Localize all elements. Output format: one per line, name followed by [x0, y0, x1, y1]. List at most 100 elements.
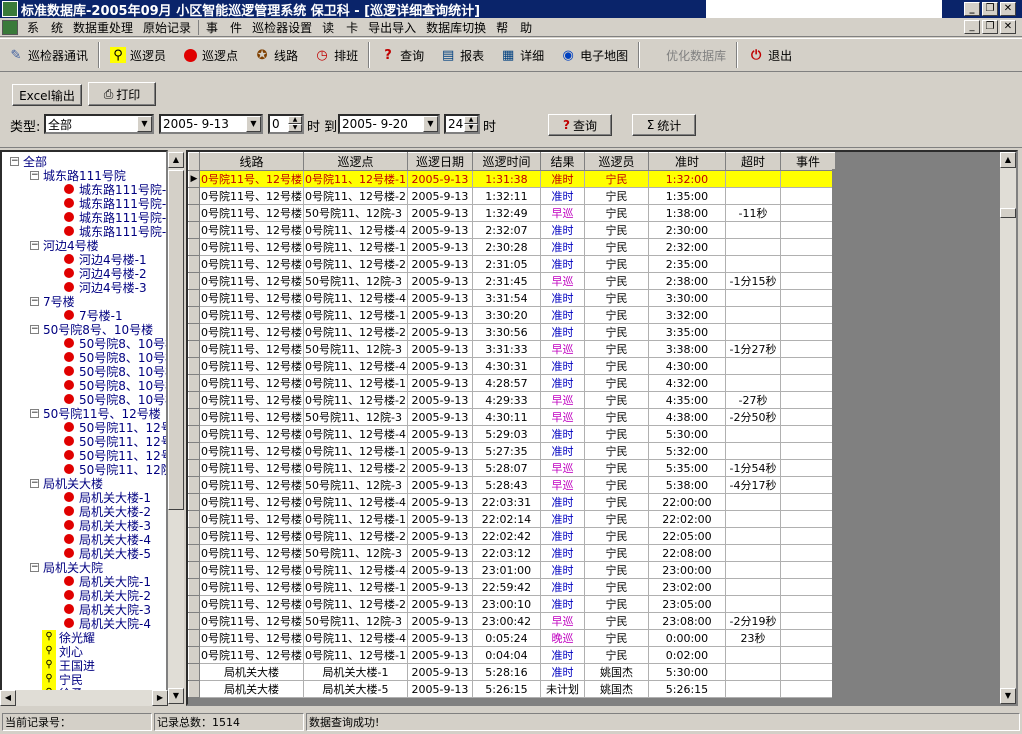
- table-row[interactable]: 0号院11号、12号楼 0号院11、12号楼-4 2005-9-13 22:03:31…: [188, 493, 836, 511]
- scroll-right-icon[interactable]: ▶: [152, 690, 168, 706]
- optimize-db-button[interactable]: 优化数据库: [658, 41, 734, 69]
- table-row[interactable]: 0号院11号、12号楼 0号院11、12号楼-4 2005-9-13 3:31:54 准…: [188, 289, 836, 307]
- tree-node[interactable]: 河边4号楼-3: [64, 280, 147, 295]
- exit-button[interactable]: ⏻ 退出: [740, 41, 800, 69]
- patroller-button[interactable]: ⚲ 巡逻员: [102, 41, 174, 69]
- scroll-thumb[interactable]: [1000, 208, 1016, 218]
- child-restore-icon[interactable]: ❐: [982, 20, 998, 34]
- grid-scrollbar[interactable]: ▲ ▼: [1000, 152, 1016, 704]
- collapse-icon[interactable]: −: [30, 478, 39, 488]
- scroll-thumb[interactable]: [168, 170, 184, 510]
- menu-help[interactable]: 帮 助: [491, 19, 537, 36]
- table-row[interactable]: 0号院11号、12号楼 0号院11、12号楼-4 2005-9-13 5:29:03 准…: [188, 425, 836, 443]
- column-header[interactable]: 事件: [779, 152, 836, 171]
- route-button[interactable]: ✪ 线路: [246, 41, 306, 69]
- hour-to-spinner[interactable]: 24 ▲ ▼: [444, 114, 480, 134]
- tree-scrollbar[interactable]: ▲ ▼: [168, 152, 184, 704]
- scroll-down-icon[interactable]: ▼: [1000, 688, 1016, 704]
- menu-reprocess[interactable]: 数据重处理: [68, 19, 138, 36]
- column-header[interactable]: 准时: [647, 152, 726, 171]
- spin-up-icon[interactable]: ▲: [464, 116, 478, 124]
- menu-import-export[interactable]: 导出导入: [363, 19, 421, 36]
- table-row[interactable]: 0号院11号、12号楼 50号院11、12院-3 2005-9-13 2:31:45 早…: [188, 272, 836, 290]
- table-row[interactable]: 0号院11号、12号楼 0号院11、12号楼-1 2005-9-13 22:59:42…: [188, 578, 836, 596]
- menu-read-card[interactable]: 读 卡: [317, 19, 363, 36]
- patrol-point-button[interactable]: 巡逻点: [174, 41, 246, 69]
- type-select[interactable]: 全部 ▼: [44, 114, 154, 134]
- table-row[interactable]: 局机关大楼 局机关大楼-5 2005-9-13 5:26:15 未计划 姚国杰 5:26:1…: [188, 680, 836, 698]
- chevron-down-icon[interactable]: ▼: [246, 116, 261, 132]
- table-row[interactable]: 0号院11号、12号楼 0号院11、12号楼-2 2005-9-13 2:31:05 准…: [188, 255, 836, 273]
- child-minimize-icon[interactable]: _: [964, 20, 980, 34]
- table-row[interactable]: 0号院11号、12号楼 0号院11、12号楼-4 2005-9-13 2:32:07 准…: [188, 221, 836, 239]
- column-header[interactable]: 超时: [724, 152, 781, 171]
- minimize-icon[interactable]: _: [964, 2, 980, 16]
- detail-button[interactable]: ▦ 详细: [492, 41, 552, 69]
- menu-device-settings[interactable]: 巡检器设置: [247, 19, 317, 36]
- spin-down-icon[interactable]: ▼: [288, 124, 302, 132]
- scroll-down-icon[interactable]: ▼: [168, 688, 184, 704]
- print-button[interactable]: ⎙ 打印: [88, 82, 156, 106]
- column-header[interactable]: 巡逻日期: [406, 152, 473, 171]
- table-row[interactable]: 0号院11号、12号楼 0号院11、12号楼-1 2005-9-13 0:04:04 准…: [188, 646, 836, 664]
- table-row[interactable]: 0号院11号、12号楼 0号院11、12号楼-2 2005-9-13 5:28:07 早…: [188, 459, 836, 477]
- collapse-icon[interactable]: −: [30, 562, 39, 572]
- table-row[interactable]: 0号院11号、12号楼 50号院11、12院-3 2005-9-13 22:03:12…: [188, 544, 836, 562]
- column-header[interactable]: 巡逻员: [583, 152, 649, 171]
- menu-events[interactable]: 事 件: [201, 19, 247, 36]
- spin-up-icon[interactable]: ▲: [288, 116, 302, 124]
- report-button[interactable]: ▤ 报表: [432, 41, 492, 69]
- table-row[interactable]: 0号院11号、12号楼 0号院11、12号楼-2 2005-9-13 3:30:56 准…: [188, 323, 836, 341]
- table-row[interactable]: 局机关大楼 局机关大楼-1 2005-9-13 5:28:16 准时 姚国杰 5:30:00: [188, 663, 836, 681]
- table-row[interactable]: 0号院11号、12号楼 0号院11、12号楼-4 2005-9-13 0:05:24 晚…: [188, 629, 836, 647]
- table-row[interactable]: 0号院11号、12号楼 0号院11、12号楼-1 2005-9-13 22:02:14…: [188, 510, 836, 528]
- spin-down-icon[interactable]: ▼: [464, 124, 478, 132]
- table-row[interactable]: 0号院11号、12号楼 0号院11、12号楼-2 2005-9-13 4:29:33 早…: [188, 391, 836, 409]
- close-icon[interactable]: ✕: [1000, 2, 1016, 16]
- child-close-icon[interactable]: ✕: [1000, 20, 1016, 34]
- column-header[interactable]: 线路: [199, 152, 304, 171]
- scroll-left-icon[interactable]: ◀: [0, 690, 16, 706]
- column-header[interactable]: 巡逻时间: [471, 152, 541, 171]
- restore-icon[interactable]: ❐: [982, 2, 998, 16]
- table-row[interactable]: 0号院11号、12号楼 0号院11、12号楼-4 2005-9-13 4:30:31 准…: [188, 357, 836, 375]
- excel-export-button[interactable]: Excel输出: [12, 84, 82, 106]
- date-to-picker[interactable]: 2005- 9-20 ▼: [338, 114, 440, 134]
- map-button[interactable]: ◉ 电子地图: [552, 41, 636, 69]
- tree-hscrollbar[interactable]: ◀ ▶: [0, 690, 168, 706]
- menu-system[interactable]: 系 统: [22, 19, 68, 36]
- table-row[interactable]: 0号院11号、12号楼 0号院11、12号楼-1 2005-9-13 3:30:20 准…: [188, 306, 836, 324]
- collapse-icon[interactable]: −: [30, 324, 39, 334]
- table-row[interactable]: 0号院11号、12号楼 50号院11、12院-3 2005-9-13 5:28:43 早…: [188, 476, 836, 494]
- document-icon[interactable]: [2, 19, 18, 35]
- query-button[interactable]: ? 查询: [372, 41, 432, 69]
- table-row[interactable]: 0号院11号、12号楼 0号院11、12号楼-2 2005-9-13 23:00:10…: [188, 595, 836, 613]
- query-submit-button[interactable]: ? 查询: [548, 114, 612, 136]
- collapse-icon[interactable]: −: [30, 170, 39, 180]
- collapse-icon[interactable]: −: [10, 156, 19, 166]
- column-header[interactable]: 巡逻点: [303, 152, 408, 171]
- tree-node[interactable]: − 全部: [10, 154, 47, 169]
- table-row[interactable]: 0号院11号、12号楼 0号院11、12号楼-2 2005-9-13 1:32:11 准…: [188, 187, 836, 205]
- collapse-icon[interactable]: −: [30, 240, 39, 250]
- hour-from-spinner[interactable]: 0 ▲ ▼: [268, 114, 304, 134]
- table-row[interactable]: 0号院11号、12号楼 50号院11、12院-3 2005-9-13 4:30:11 早…: [188, 408, 836, 426]
- schedule-button[interactable]: ◷ 排班: [306, 41, 366, 69]
- statistics-button[interactable]: Σ 统计: [632, 114, 696, 136]
- collapse-icon[interactable]: −: [30, 296, 39, 306]
- table-row[interactable]: ▶ 0号院11号、12号楼 0号院11、12号楼-1 2005-9-13 1:31:38…: [188, 170, 836, 188]
- table-row[interactable]: 0号院11号、12号楼 50号院11、12院-3 2005-9-13 3:31:33 早…: [188, 340, 836, 358]
- scroll-up-icon[interactable]: ▲: [168, 152, 184, 168]
- device-comm-button[interactable]: ✎ 巡检器通讯: [0, 41, 96, 69]
- tree-node[interactable]: −7号楼: [30, 294, 75, 309]
- table-row[interactable]: 0号院11号、12号楼 50号院11、12院-3 2005-9-13 1:32:49 早…: [188, 204, 836, 222]
- menu-raw-records[interactable]: 原始记录: [138, 19, 196, 36]
- table-row[interactable]: 0号院11号、12号楼 0号院11、12号楼-1 2005-9-13 4:28:57 准…: [188, 374, 836, 392]
- chevron-down-icon[interactable]: ▼: [137, 116, 152, 132]
- date-from-picker[interactable]: 2005- 9-13 ▼: [159, 114, 263, 134]
- column-header[interactable]: 结果: [539, 152, 585, 171]
- scroll-up-icon[interactable]: ▲: [1000, 152, 1016, 168]
- collapse-icon[interactable]: −: [30, 408, 39, 418]
- menu-switch-db[interactable]: 数据库切换: [421, 19, 491, 36]
- table-row[interactable]: 0号院11号、12号楼 0号院11、12号楼-4 2005-9-13 23:01:00…: [188, 561, 836, 579]
